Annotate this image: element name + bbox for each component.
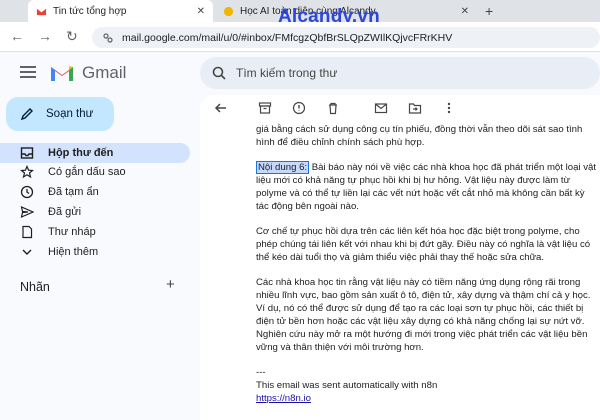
delete-icon[interactable] [326, 101, 340, 115]
reload-icon[interactable]: ↻ [66, 28, 78, 45]
report-spam-icon[interactable] [292, 101, 306, 115]
chevron-down-icon [22, 249, 32, 255]
clock-icon [20, 185, 34, 199]
back-icon[interactable]: ← [10, 28, 24, 44]
send-icon [20, 205, 34, 219]
gmail-logo-icon [51, 66, 73, 81]
message-toolbar [200, 95, 600, 121]
sidebar-item-label: Đã tạm ẩn [48, 186, 99, 198]
email-body: giá bằng cách sử dụng công cụ tín phiếu,… [256, 123, 596, 405]
close-tab-icon[interactable]: ✕ [461, 6, 469, 17]
intro-paragraph: giá bằng cách sử dụng công cụ tín phiếu,… [256, 124, 583, 148]
sidebar-item-label: Đã gửi [48, 206, 82, 218]
more-options-icon[interactable] [442, 101, 456, 115]
message-pane: giá bằng cách sử dụng công cụ tín phiếu,… [200, 95, 600, 420]
sidebar-item-label: Có gắn dấu sao [48, 166, 126, 178]
n8n-link[interactable]: https://n8n.io [256, 393, 311, 404]
pencil-icon [20, 108, 33, 121]
sidebar-item-label: Thư nháp [48, 226, 96, 238]
move-to-icon[interactable] [408, 101, 422, 115]
close-tab-icon[interactable]: ✕ [197, 6, 205, 17]
sidebar-item-label: Hộp thư đến [48, 147, 114, 159]
search-bar[interactable]: Tìm kiếm trong thư [200, 57, 600, 89]
paragraph-mechanism: Cơ chế tự phục hồi dựa trên các liên kết… [256, 226, 591, 263]
tab-news[interactable]: Tin tức tổng hợp ✕ [28, 0, 213, 22]
back-to-inbox-icon[interactable] [214, 101, 228, 115]
alcandy-favicon-icon [223, 6, 234, 16]
main-menu-icon[interactable] [20, 66, 36, 78]
add-label-icon[interactable]: + [166, 276, 175, 293]
footer-text: This email was sent automatically with n… [256, 380, 438, 391]
inbox-icon [20, 147, 34, 159]
tab-title: Tin tức tổng hợp [53, 5, 127, 17]
sidebar-item-snoozed[interactable]: Đã tạm ẩn [0, 182, 190, 202]
archive-icon[interactable] [258, 101, 272, 115]
paragraph-applications: Các nhà khoa học tin rằng vật liệu này c… [256, 277, 591, 353]
url-text: mail.google.com/mail/u/0/#inbox/FMfcgzQb… [122, 31, 453, 44]
sidebar-item-drafts[interactable]: Thư nháp [0, 222, 190, 242]
search-icon[interactable] [212, 66, 226, 80]
compose-label: Soạn thư [46, 108, 94, 120]
search-placeholder: Tìm kiếm trong thư [236, 66, 338, 80]
site-info-icon[interactable] [102, 32, 114, 44]
sidebar-item-sent[interactable]: Đã gửi [0, 202, 190, 222]
url-field[interactable]: mail.google.com/mail/u/0/#inbox/FMfcgzQb… [92, 27, 600, 48]
paragraph-topic-6: Nội dung 6: Bài báo này nói về việc các … [256, 161, 596, 213]
sidebar-item-inbox[interactable]: Hộp thư đến [0, 143, 190, 163]
new-tab-icon[interactable]: + [485, 3, 493, 19]
sidebar-item-more[interactable]: Hiện thêm [0, 242, 190, 262]
draft-icon [22, 225, 33, 239]
address-bar-row: ← → ↻ mail.google.com/mail/u/0/#inbox/FM… [0, 22, 600, 52]
star-icon [20, 165, 34, 179]
gmail-favicon-icon [36, 8, 47, 15]
sidebar-item-starred[interactable]: Có gắn dấu sao [0, 162, 190, 182]
mark-unread-icon[interactable] [374, 101, 388, 115]
highlighted-heading: Nội dung 6: [256, 161, 310, 174]
separator-text: --- [256, 367, 266, 378]
compose-button[interactable]: Soạn thư [6, 97, 114, 131]
sidebar-item-label: Hiện thêm [48, 246, 99, 258]
gmail-brand: Gmail [82, 63, 127, 82]
forward-icon[interactable]: → [38, 28, 52, 44]
labels-heading: Nhãn [20, 280, 50, 294]
